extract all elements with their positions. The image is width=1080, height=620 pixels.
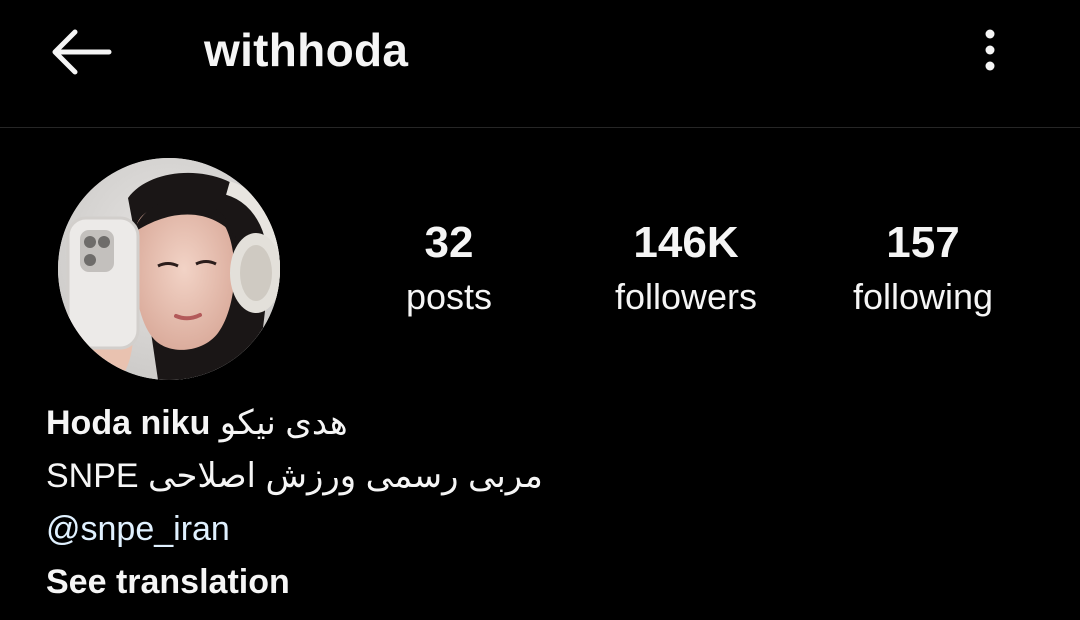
profile-username-title: withhoda [204,24,409,76]
top-app-bar: withhoda [0,0,1080,127]
followers-count[interactable]: 146K followers [576,215,796,323]
followers-count-label: followers [614,276,758,317]
bio-mention-link[interactable]: @snpe_iran [46,503,746,556]
followers-count-value: 146K [633,218,739,267]
following-count[interactable]: 157 following [813,215,1033,323]
posts-count-label: posts [405,276,493,317]
following-count-value: 157 [886,218,960,267]
full-name-persian: هدی نیکو [219,404,348,442]
arrow-left-icon [52,29,112,75]
see-translation-link[interactable]: See translation [46,556,746,609]
more-vertical-icon [985,29,995,71]
header-divider [0,127,1080,128]
profile-photo [58,158,280,380]
back-button[interactable] [40,22,120,82]
more-options-button[interactable] [964,20,1016,80]
posts-count-value: 32 [424,218,474,267]
profile-screen: withhoda 32 posts 146K followers 157 fol… [0,0,1080,620]
profile-bio: Hoda niku هدی نیکو SNPE مربی رسمی ورزش ا… [46,397,746,609]
bio-description: SNPE مربی رسمی ورزش اصلاحی [46,457,543,495]
avatar[interactable] [58,158,280,380]
posts-count[interactable]: 32 posts [339,215,559,323]
profile-full-name: Hoda niku هدی نیکو [46,397,746,450]
following-count-label: following [852,276,994,317]
full-name-latin: Hoda niku [46,404,211,442]
